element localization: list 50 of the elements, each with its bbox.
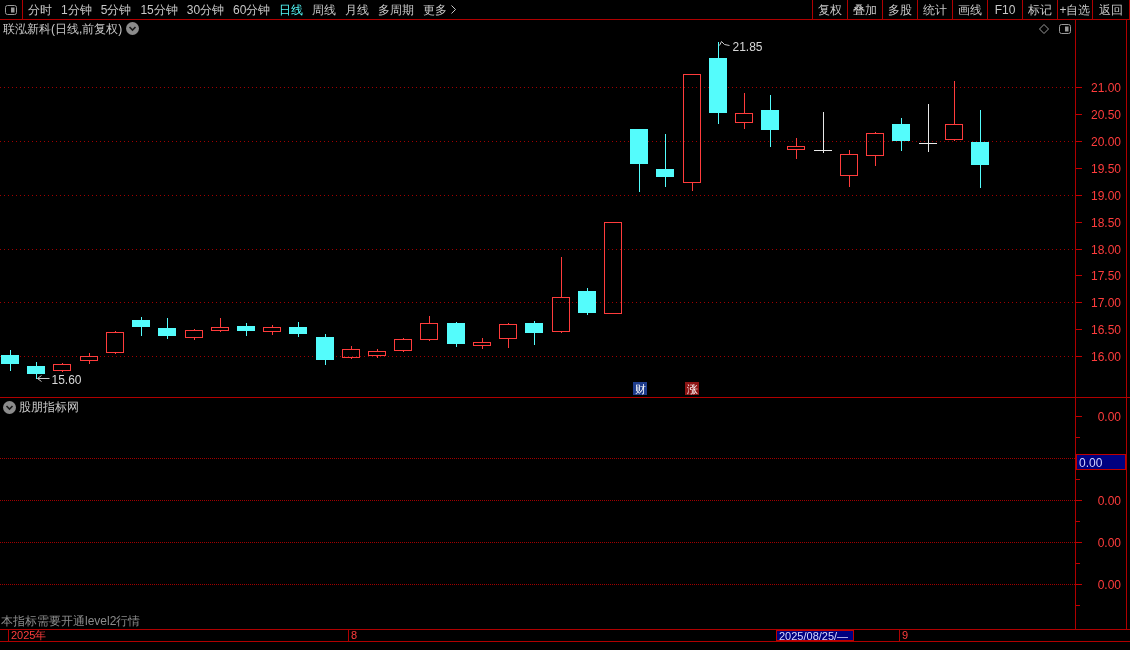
axis-label: 20.50	[1090, 108, 1121, 122]
axis-label: 19.00	[1090, 189, 1121, 203]
period-tab[interactable]: 日线	[279, 2, 304, 17]
toolbar-button[interactable]: 复权	[812, 0, 847, 19]
axis-label: 18.50	[1090, 216, 1121, 230]
axis-label: 16.00	[1090, 350, 1121, 364]
indicator-note: 本指标需要开通level2行情	[1, 614, 142, 628]
toolbar-button[interactable]: 叠加	[847, 0, 882, 19]
toolbar-button[interactable]: 标记	[1022, 0, 1057, 19]
axis-label: 16.50	[1090, 323, 1121, 337]
collapse-icon[interactable]	[3, 400, 16, 414]
time-axis-label: 2025年	[8, 630, 47, 641]
chevron-right-icon	[451, 5, 457, 14]
chart-title: 联泓新科(日线,前复权)	[3, 21, 123, 36]
period-tab[interactable]: 30分钟	[186, 2, 225, 17]
toolbar-button[interactable]: 统计	[917, 0, 952, 19]
event-marker[interactable]: 财	[633, 382, 647, 395]
period-tab[interactable]: 5分钟	[100, 2, 132, 17]
axis-label: 21.00	[1090, 81, 1121, 95]
axis-label: 0.00	[1097, 578, 1121, 592]
toolbar-button[interactable]: 画线	[952, 0, 987, 19]
panel-toggle-icon[interactable]	[1059, 23, 1071, 34]
period-tab[interactable]: 15分钟	[140, 2, 178, 17]
period-tab[interactable]: 分时	[28, 2, 52, 17]
more-menu-button[interactable]: 更多	[423, 2, 457, 17]
panel-toggle-icon	[5, 4, 17, 15]
axis-label: 20.00	[1090, 135, 1121, 149]
axis-label: 17.50	[1090, 269, 1121, 283]
cursor-date-label: 2025/08/25/—	[776, 630, 854, 641]
time-axis-label: 9	[899, 630, 909, 641]
axis-label: 0.00	[1097, 494, 1121, 508]
axis-label: 17.00	[1090, 296, 1121, 310]
period-tab[interactable]: 月线	[345, 2, 370, 17]
period-tab[interactable]: 多周期	[378, 2, 415, 17]
event-marker[interactable]: 涨	[685, 382, 699, 395]
indicator-title: 股朋指标网	[19, 400, 79, 414]
dropdown-icon[interactable]	[126, 22, 140, 35]
axis-label: 0.00	[1097, 410, 1121, 424]
period-tab[interactable]: 60分钟	[233, 2, 271, 17]
period-tab[interactable]: 周线	[312, 2, 337, 17]
cursor-value-label: 0.00	[1076, 454, 1126, 470]
axis-label: 0.00	[1097, 536, 1121, 550]
toolbar-button[interactable]: +自选	[1057, 0, 1092, 19]
toolbar-button[interactable]: 返回	[1092, 0, 1130, 19]
axis-label: 18.00	[1090, 243, 1121, 257]
toolbar-button[interactable]: F10	[987, 0, 1022, 19]
axis-label: 19.50	[1090, 162, 1121, 176]
toolbar-button[interactable]: 多股	[882, 0, 917, 19]
time-axis-label: 8	[348, 630, 358, 641]
period-tab[interactable]: 1分钟	[61, 2, 92, 17]
